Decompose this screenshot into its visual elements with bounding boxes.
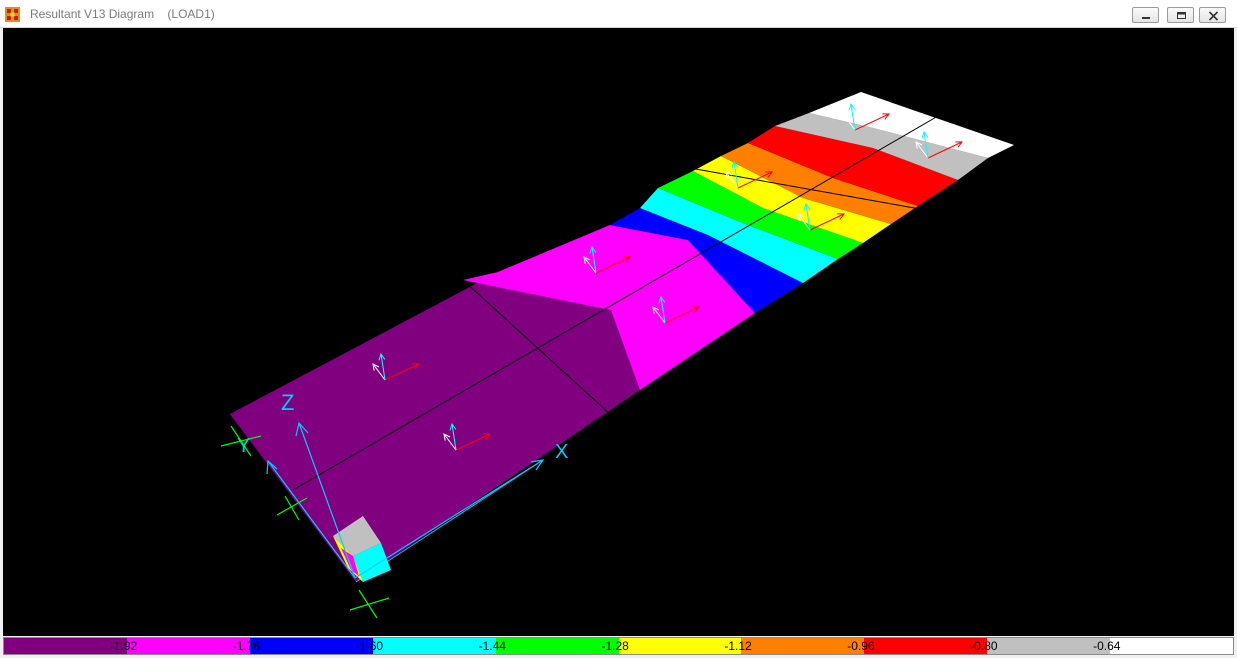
window-title-bar[interactable]: Resultant V13 Diagram (LOAD1) <box>0 0 1237 28</box>
legend-color-band <box>864 638 988 654</box>
contour-bands <box>230 92 1014 582</box>
plate-contour-canvas: Z Y X <box>220 92 1014 619</box>
legend-value: -1.12 <box>724 639 752 653</box>
legend-value: -1.60 <box>355 639 384 653</box>
legend-color-band <box>4 638 127 654</box>
legend-color-band <box>618 638 742 654</box>
mesh-line <box>292 115 939 491</box>
axis-label-z: Z <box>281 390 294 415</box>
legend-value: -0.96 <box>847 639 875 653</box>
legend-color-band <box>987 638 1111 654</box>
restore-icon <box>1177 12 1186 19</box>
legend-value: -1.28 <box>601 639 629 653</box>
legend-value: -1.92 <box>109 639 138 653</box>
legend-value: -1.44 <box>478 639 506 653</box>
legend-color-band <box>126 638 250 654</box>
legend-color-band <box>1110 638 1234 654</box>
legend-color-band <box>249 638 373 654</box>
minimize-icon <box>1142 17 1150 19</box>
window-title: Resultant V13 Diagram (LOAD1) <box>30 7 215 21</box>
legend-value: -0.64 <box>1093 639 1121 653</box>
minimize-button[interactable] <box>1132 7 1159 23</box>
close-icon <box>1208 11 1219 21</box>
legend-color-band <box>741 638 865 654</box>
mesh-lines <box>292 115 939 491</box>
restore-button[interactable] <box>1167 7 1194 23</box>
axis-label-x: X <box>555 441 568 463</box>
legend-color-band <box>495 638 619 654</box>
legend-value: -1.76 <box>232 639 261 653</box>
close-button[interactable] <box>1199 7 1226 23</box>
legend-color-band <box>372 638 496 654</box>
app-logo-icon <box>5 7 20 22</box>
legend-value: -0.80 <box>970 639 998 653</box>
contour-legend: -1.92 -1.76 -1.60 -1.44 -1.28 -1.12 -0.96 -0.80… <box>3 637 1234 655</box>
support-marker-3 <box>349 589 390 619</box>
plate-contour-viewport[interactable]: Z Y X <box>3 28 1234 636</box>
